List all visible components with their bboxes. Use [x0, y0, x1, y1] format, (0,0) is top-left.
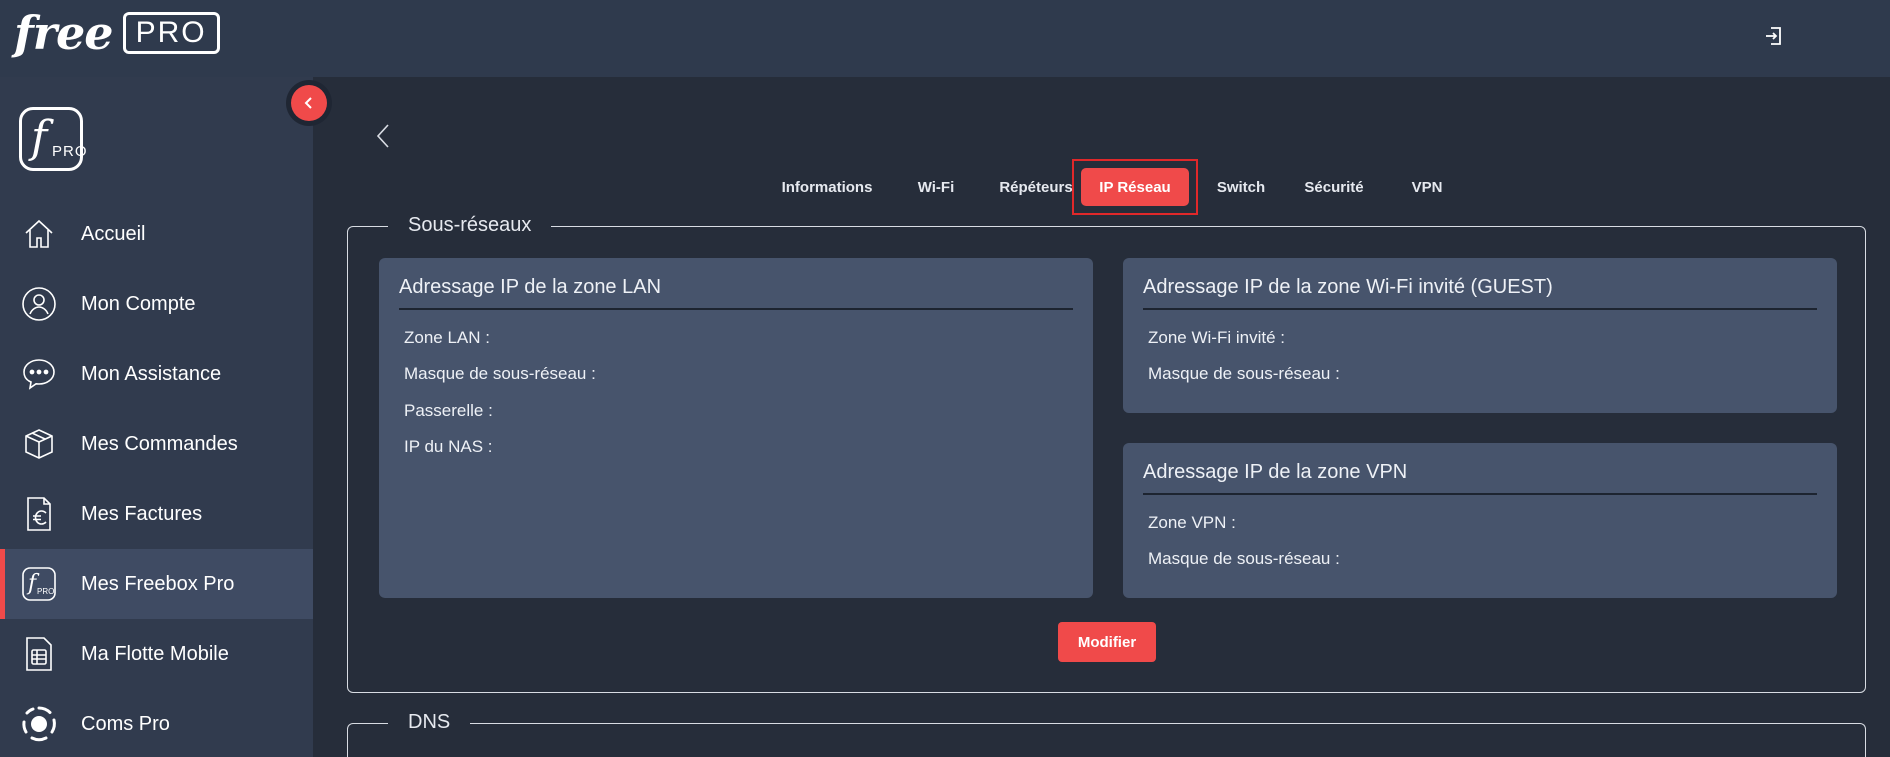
sidebar-item-label: Mes Commandes: [81, 432, 238, 455]
logo-pro-text: PRO: [52, 143, 88, 160]
lan-card: Adressage IP de la zone LAN Zone LAN : M…: [379, 258, 1093, 598]
guest-mask-label: Masque de sous-réseau :: [1148, 364, 1340, 383]
lan-gateway-label: Passerelle :: [404, 401, 493, 420]
brand-free-text: free: [14, 6, 114, 60]
tab-ip-reseau[interactable]: IP Réseau: [1072, 159, 1198, 215]
sim-card-icon: [20, 635, 58, 673]
card-divider: [1143, 493, 1817, 495]
lan-zone-label: Zone LAN :: [404, 328, 490, 347]
card-divider: [399, 308, 1073, 310]
vpn-card: Adressage IP de la zone VPN Zone VPN : M…: [1123, 443, 1837, 598]
tab-label: VPN: [1411, 178, 1443, 196]
sidebar-item-label: Accueil: [81, 222, 146, 245]
sidebar-item-mes-freebox-pro[interactable]: f PRO Mes Freebox Pro: [0, 549, 313, 619]
card-divider: [1143, 308, 1817, 310]
chat-icon: [20, 355, 58, 393]
svg-text:PRO: PRO: [37, 587, 54, 596]
lan-nas-ip-label: IP du NAS :: [404, 437, 493, 456]
tab-switch[interactable]: Switch: [1198, 164, 1284, 210]
sidebar-item-ma-flotte-mobile[interactable]: Ma Flotte Mobile: [0, 619, 313, 689]
tab-label: Informations: [781, 178, 873, 196]
dns-section: DNS: [347, 711, 1866, 757]
modify-button[interactable]: Modifier: [1058, 622, 1156, 662]
tab-label: Switch: [1216, 178, 1266, 196]
guest-card: Adressage IP de la zone Wi-Fi invité (GU…: [1123, 258, 1837, 413]
tab-label: Wi-Fi: [917, 178, 955, 196]
chevron-left-icon: [291, 85, 327, 121]
logout-icon[interactable]: [1762, 24, 1786, 48]
brand-pro-text: PRO: [122, 12, 220, 54]
freebox-pro-logo: f PRO: [19, 107, 87, 171]
tab-label: Sécurité: [1304, 178, 1364, 196]
sidebar-item-mon-assistance[interactable]: Mon Assistance: [0, 339, 313, 409]
sidebar-item-coms-pro[interactable]: Coms Pro: [0, 689, 313, 757]
sidebar-item-label: Coms Pro: [81, 712, 170, 735]
sidebar-item-label: Ma Flotte Mobile: [81, 642, 229, 665]
vpn-mask-label: Masque de sous-réseau :: [1148, 549, 1340, 568]
sidebar-item-mon-compte[interactable]: Mon Compte: [0, 269, 313, 339]
top-header: free PRO: [0, 0, 1890, 77]
sidebar-item-label: Mes Freebox Pro: [81, 572, 235, 595]
sidebar-nav: Accueil Mon Compte Mon Assistance Mes Co…: [0, 199, 313, 757]
box-icon: [20, 425, 58, 463]
user-icon: [20, 285, 58, 323]
lan-mask-label: Masque de sous-réseau :: [404, 364, 596, 383]
subnets-legend: Sous-réseaux: [388, 214, 552, 237]
lan-card-title: Adressage IP de la zone LAN: [399, 276, 662, 298]
free-pro-logo[interactable]: free PRO: [14, 8, 220, 58]
freebox-pro-icon: f PRO: [20, 565, 58, 603]
back-chevron-icon[interactable]: [374, 122, 394, 150]
sidebar-item-mes-commandes[interactable]: Mes Commandes: [0, 409, 313, 479]
vpn-zone-label: Zone VPN :: [1148, 513, 1236, 532]
sidebar-item-label: Mon Assistance: [81, 362, 222, 385]
home-icon: [20, 215, 58, 253]
tab-informations[interactable]: Informations: [760, 164, 894, 210]
sidebar-item-label: Mes Factures: [81, 502, 203, 525]
guest-card-title: Adressage IP de la zone Wi-Fi invité (GU…: [1143, 276, 1553, 298]
tab-label: Répéteurs: [999, 178, 1073, 196]
vpn-card-title: Adressage IP de la zone VPN: [1143, 461, 1408, 483]
coms-pro-icon: [20, 705, 58, 743]
tab-label: IP Réseau: [1081, 168, 1189, 206]
tab-securite[interactable]: Sécurité: [1282, 164, 1386, 210]
sidebar-item-label: Mon Compte: [81, 292, 196, 315]
guest-zone-label: Zone Wi-Fi invité :: [1148, 328, 1285, 347]
tab-wifi[interactable]: Wi-Fi: [894, 164, 978, 210]
sidebar-item-accueil[interactable]: Accueil: [0, 199, 313, 269]
logo-f-letter: f: [31, 112, 48, 163]
collapse-sidebar-button[interactable]: [286, 80, 332, 126]
invoice-euro-icon: [20, 495, 58, 533]
sidebar-item-mes-factures[interactable]: Mes Factures: [0, 479, 313, 549]
tab-vpn[interactable]: VPN: [1386, 164, 1468, 210]
dns-legend: DNS: [388, 711, 471, 734]
